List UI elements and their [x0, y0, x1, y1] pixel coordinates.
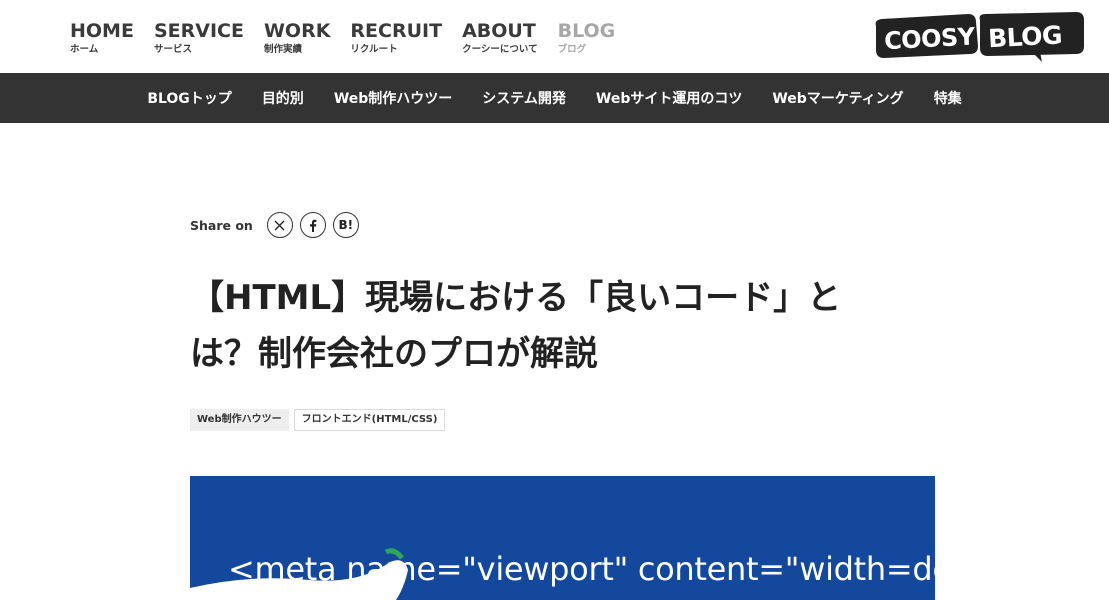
hatena-icon: B! — [338, 218, 354, 232]
article-hero-image: <meta name="viewport" content="width=de — [190, 476, 935, 600]
subnav-by-purpose[interactable]: 目的別 — [262, 88, 304, 108]
article-title-line1: 【HTML】現場における「良いコード」と — [190, 278, 842, 318]
share-hatena-button[interactable]: B! — [332, 212, 359, 238]
subnav-site-operation[interactable]: Webサイト運用のコツ — [596, 88, 742, 108]
subnav-blog-top[interactable]: BLOGトップ — [147, 88, 232, 108]
nav-blog-sublabel: ブログ — [557, 44, 587, 55]
x-icon — [274, 220, 285, 230]
nav-recruit-label: RECRUIT — [350, 20, 443, 42]
nav-home-label: HOME — [70, 20, 134, 42]
nav-about-sublabel: クーシーについて — [462, 44, 538, 55]
subnav-web-marketing[interactable]: Webマーケティング — [772, 88, 903, 108]
global-nav: HOME ホーム SERVICE サービス WORK 制作実績 RECRUIT … — [70, 20, 635, 56]
hero-decoration — [190, 548, 408, 600]
facebook-icon — [309, 219, 317, 232]
nav-service[interactable]: SERVICE サービス — [154, 20, 244, 56]
nav-recruit-sublabel: リクルート — [350, 44, 398, 55]
nav-blog[interactable]: BLOG ブログ — [558, 20, 616, 56]
logo-graphic: COOSY BLOG — [875, 12, 1084, 62]
nav-about-label: ABOUT — [462, 20, 536, 42]
tag-web-howto[interactable]: Web制作ハウツー — [190, 409, 289, 431]
nav-service-label: SERVICE — [153, 20, 244, 42]
article-tags: Web制作ハウツー フロントエンド(HTML/CSS) — [190, 409, 450, 431]
subnav-system-dev[interactable]: システム開発 — [482, 88, 566, 108]
nav-work-label: WORK — [263, 20, 331, 42]
nav-work[interactable]: WORK 制作実績 — [264, 20, 330, 56]
share-label: Share on — [190, 217, 253, 233]
blog-category-nav: BLOGトップ 目的別 Web制作ハウツー システム開発 Webサイト運用のコツ… — [0, 73, 1109, 123]
svg-text:COOSY: COOSY — [883, 22, 976, 55]
share-x-button[interactable] — [266, 212, 293, 238]
subnav-feature[interactable]: 特集 — [934, 88, 962, 108]
subnav-web-howto[interactable]: Web制作ハウツー — [334, 88, 452, 108]
coosy-blog-logo[interactable]: COOSY BLOG — [872, 12, 1086, 64]
share-bar: Share on B! — [190, 212, 366, 238]
nav-home[interactable]: HOME ホーム — [70, 20, 134, 56]
nav-about[interactable]: ABOUT クーシーについて — [462, 20, 538, 56]
tag-frontend[interactable]: フロントエンド(HTML/CSS) — [293, 409, 446, 431]
nav-home-sublabel: ホーム — [70, 44, 99, 55]
svg-text:BLOG: BLOG — [987, 20, 1062, 53]
article-title: 【HTML】現場における「良いコード」と は？制作会社のプロが解説 — [190, 270, 890, 382]
article-title-line2: は？制作会社のプロが解説 — [190, 334, 598, 374]
share-facebook-button[interactable] — [299, 212, 326, 238]
nav-service-sublabel: サービス — [153, 44, 192, 55]
nav-blog-label: BLOG — [557, 20, 616, 42]
site-header: HOME ホーム SERVICE サービス WORK 制作実績 RECRUIT … — [0, 0, 1109, 73]
nav-work-sublabel: 制作実績 — [263, 44, 302, 55]
nav-recruit[interactable]: RECRUIT リクルート — [350, 20, 442, 56]
